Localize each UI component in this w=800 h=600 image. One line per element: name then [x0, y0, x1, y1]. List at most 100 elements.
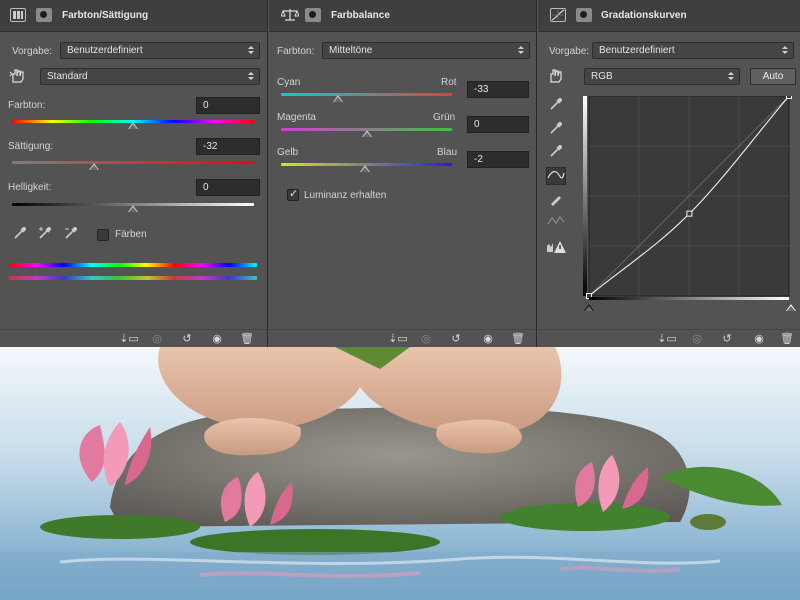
- visibility-eye-icon[interactable]: ◉: [477, 332, 499, 346]
- panel-header: Gradationskurven: [538, 0, 800, 32]
- trash-icon[interactable]: 🗑: [507, 332, 529, 346]
- saturation-input[interactable]: -32: [196, 138, 260, 155]
- colorize-label: Färben: [115, 229, 147, 240]
- lightness-slider-thumb[interactable]: [128, 205, 138, 212]
- panel-footer: ⇣▭ ◎ ↺ ◉ 🗑: [269, 329, 536, 347]
- magenta-green-input[interactable]: 0: [467, 116, 529, 133]
- preset-label: Vorgabe:: [549, 46, 590, 57]
- hue-input[interactable]: 0: [196, 97, 260, 114]
- layer-mask-icon[interactable]: [305, 8, 321, 22]
- channel-value: Standard: [47, 71, 88, 82]
- view-previous-icon[interactable]: ◎: [146, 332, 168, 346]
- curves-panel: Gradationskurven Vorgabe: Benutzerdefini…: [538, 0, 800, 347]
- layer-mask-icon[interactable]: [36, 8, 52, 22]
- yellow-label: Gelb: [277, 147, 299, 158]
- channel-dropdown[interactable]: RGB: [584, 68, 740, 85]
- yellow-blue-slider-thumb[interactable]: [359, 165, 370, 172]
- panel-title: Gradationskurven: [601, 10, 687, 21]
- preset-dropdown[interactable]: Benutzerdefiniert: [592, 42, 794, 59]
- chevron-updown-icon: [782, 46, 788, 55]
- clip-to-layer-icon[interactable]: ⇣▭: [387, 332, 409, 346]
- visibility-eye-icon[interactable]: ◉: [206, 332, 228, 346]
- cyan-red-input[interactable]: -33: [467, 81, 529, 98]
- lotus-pose-photo: [0, 347, 800, 600]
- white-input-slider[interactable]: [786, 304, 796, 311]
- reset-icon[interactable]: ↺: [445, 332, 467, 346]
- curve-control-point[interactable]: [686, 210, 693, 217]
- yellow-blue-input[interactable]: -2: [467, 151, 529, 168]
- colorize-checkbox[interactable]: [97, 229, 109, 241]
- canvas-image: [0, 347, 800, 600]
- channel-dropdown[interactable]: Standard: [40, 68, 260, 85]
- black-input-slider[interactable]: [584, 304, 594, 311]
- magenta-green-slider-thumb[interactable]: [361, 130, 372, 137]
- eyedropper-icon[interactable]: [10, 226, 30, 244]
- clip-to-layer-icon[interactable]: ⇣▭: [118, 332, 140, 346]
- tone-dropdown[interactable]: Mitteltöne: [322, 42, 530, 59]
- pencil-icon[interactable]: [546, 192, 566, 210]
- visibility-eye-icon[interactable]: ◉: [748, 332, 770, 346]
- preset-value: Benutzerdefiniert: [599, 45, 675, 56]
- white-point-eyedropper-icon[interactable]: [546, 144, 566, 162]
- layer-mask-icon[interactable]: [576, 8, 592, 22]
- reset-icon[interactable]: ↺: [176, 332, 198, 346]
- lightness-label: Helligkeit:: [8, 182, 52, 193]
- preserve-luminosity-checkbox[interactable]: [287, 187, 299, 201]
- smooth-curve-icon[interactable]: [546, 214, 566, 232]
- auto-button[interactable]: Auto: [750, 68, 796, 85]
- curve-control-point[interactable]: [786, 96, 792, 99]
- chevron-updown-icon: [248, 46, 254, 55]
- cyan-red-slider-track[interactable]: [281, 93, 452, 96]
- cyan-red-slider-thumb[interactable]: [333, 95, 344, 102]
- hand-adjust-icon[interactable]: [8, 68, 28, 86]
- preset-label: Vorgabe:: [12, 46, 53, 57]
- hand-adjust-icon[interactable]: [546, 68, 566, 86]
- balance-scale-icon: [281, 8, 299, 22]
- hue-saturation-panel: Farbton/Sättigung Vorgabe: Benutzerdefin…: [0, 0, 268, 347]
- saturation-slider-thumb[interactable]: [89, 163, 100, 170]
- eyedropper-minus-icon[interactable]: [62, 226, 82, 244]
- black-point-eyedropper-icon[interactable]: [546, 97, 566, 115]
- color-balance-panel: Farbbalance Farbton: Mitteltöne Cyan Rot…: [269, 0, 537, 347]
- hue-saturation-icon: [10, 8, 26, 22]
- view-previous-icon[interactable]: ◎: [415, 332, 437, 346]
- clipping-warning-icon[interactable]: [546, 240, 566, 258]
- gray-point-eyedropper-icon[interactable]: [546, 121, 566, 139]
- input-color-bar: [9, 263, 257, 267]
- trash-icon[interactable]: 🗑: [776, 332, 798, 346]
- lightness-input[interactable]: 0: [196, 179, 260, 196]
- panel-title: Farbton/Sättigung: [62, 10, 149, 21]
- reset-icon[interactable]: ↺: [716, 332, 738, 346]
- panel-header: Farbbalance: [269, 0, 536, 32]
- view-previous-icon[interactable]: ◎: [686, 332, 708, 346]
- curves-icon: [550, 8, 566, 22]
- red-label: Rot: [441, 77, 457, 88]
- curve-point-tool-icon[interactable]: [546, 167, 566, 185]
- panel-footer: ⇣▭ ◎ ↺ ◉ 🗑: [538, 329, 800, 347]
- trash-icon[interactable]: 🗑: [236, 332, 258, 346]
- preset-dropdown[interactable]: Benutzerdefiniert: [60, 42, 260, 59]
- panel-header: Farbton/Sättigung: [0, 0, 267, 32]
- clip-to-layer-icon[interactable]: ⇣▭: [656, 332, 678, 346]
- chevron-updown-icon: [518, 46, 524, 55]
- panel-footer: ⇣▭ ◎ ↺ ◉ 🗑: [0, 329, 267, 347]
- green-label: Grün: [433, 112, 456, 123]
- magenta-label: Magenta: [277, 112, 316, 123]
- cyan-label: Cyan: [277, 77, 301, 88]
- curves-graph[interactable]: [583, 96, 793, 300]
- channel-value: RGB: [591, 71, 613, 82]
- saturation-label: Sättigung:: [8, 141, 54, 152]
- eyedropper-plus-icon[interactable]: [36, 226, 56, 244]
- saturation-slider-track[interactable]: [12, 161, 254, 164]
- chevron-updown-icon: [728, 72, 734, 81]
- hue-slider-thumb[interactable]: [128, 122, 138, 129]
- panel-title: Farbbalance: [331, 10, 390, 21]
- preserve-luminosity-label: Luminanz erhalten: [304, 190, 387, 201]
- preset-value: Benutzerdefiniert: [67, 45, 143, 56]
- tone-label: Farbton:: [277, 46, 315, 57]
- output-color-bar: [9, 276, 257, 280]
- chevron-updown-icon: [248, 72, 254, 81]
- blue-label: Blau: [437, 147, 458, 158]
- hue-label: Farbton:: [8, 100, 46, 111]
- tone-value: Mitteltöne: [329, 45, 373, 56]
